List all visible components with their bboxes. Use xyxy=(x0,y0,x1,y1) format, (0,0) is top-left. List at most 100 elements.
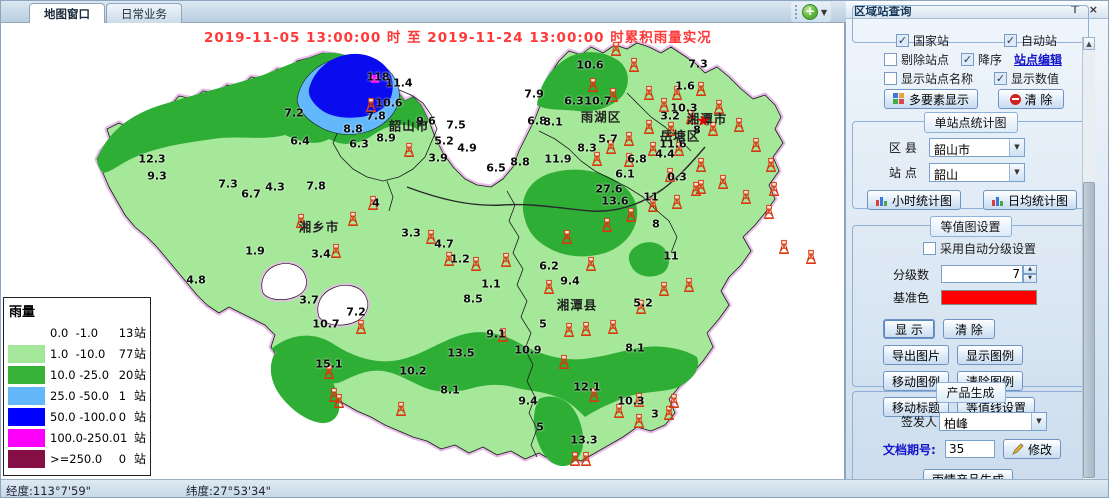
checkbox-auto-station[interactable]: ✓自动站 xyxy=(1004,32,1057,49)
legend-row: 100.0-250.01站 xyxy=(8,427,146,448)
checkbox-label: 降序 xyxy=(978,51,1002,68)
map-area[interactable]: 2019-11-05 13:00:00 时 至 2019-11-24 13:00… xyxy=(1,23,846,479)
checkbox-show-station-name[interactable]: ✓显示站点名称 xyxy=(884,70,973,87)
issuer-dropdown[interactable]: 柏峰 ▼ xyxy=(939,412,1047,431)
bar-chart-icon xyxy=(992,195,1004,206)
legend-count: 0 xyxy=(119,452,134,466)
checkbox-icon: ✓ xyxy=(884,53,897,66)
legend-row: 25.0 -50.01站 xyxy=(8,385,146,406)
level-count-label: 分级数 xyxy=(893,266,941,283)
legend-unit: 站 xyxy=(134,324,146,341)
legend-range: 50.0 -100.0 xyxy=(50,410,119,424)
legend-swatch xyxy=(8,408,45,426)
legend-swatch xyxy=(8,345,45,363)
level-count-spinner[interactable]: ▲▼ xyxy=(1023,265,1037,283)
panel-scrollbar[interactable]: ▲ ▼ xyxy=(1082,37,1095,479)
tab-map-window[interactable]: 地图窗口 xyxy=(29,3,105,23)
status-bar: 经度:113°7'59" 纬度:27°53'34" xyxy=(1,479,1109,498)
longitude-readout: 经度:113°7'59" xyxy=(6,483,91,498)
pencil-icon xyxy=(1012,443,1024,455)
scrollbar-thumb[interactable] xyxy=(1083,182,1095,478)
hourly-chart-button[interactable]: 小时统计图 xyxy=(867,190,961,210)
legend-row: 50.0 -100.00站 xyxy=(8,406,146,427)
layers-icon xyxy=(893,93,905,105)
daily-chart-button[interactable]: 日均统计图 xyxy=(983,190,1077,210)
contour-button-3[interactable]: 显示图例 xyxy=(957,345,1023,365)
legend-range: 10.0 -25.0 xyxy=(50,368,119,382)
legend-unit: 站 xyxy=(134,345,146,362)
legend-count: 20 xyxy=(119,368,134,382)
legend-count: 1 xyxy=(120,431,134,445)
county-label: 区 县 xyxy=(889,139,929,156)
checkbox-label: 国家站 xyxy=(913,32,949,49)
tab-daily-business[interactable]: 日常业务 xyxy=(106,3,182,23)
bar-chart-icon xyxy=(876,195,888,206)
legend-range: 25.0 -50.0 xyxy=(50,389,119,403)
base-color-label: 基准色 xyxy=(893,289,941,306)
legend-unit: 站 xyxy=(134,429,146,446)
toolbar-grip xyxy=(795,5,799,19)
scroll-up-icon[interactable]: ▲ xyxy=(1083,37,1095,50)
button-label: 多要素显示 xyxy=(909,91,969,108)
chevron-down-icon[interactable]: ▼ xyxy=(821,8,827,17)
panel-body: ✓国家站 ✓自动站 ✓剔除站点 ✓降序 站点编辑 ✓显示站点名称 ✓显示数值 多… xyxy=(846,19,1096,479)
chevron-down-icon[interactable]: ▼ xyxy=(1009,164,1024,181)
checkbox-icon: ✓ xyxy=(994,72,1007,85)
latitude-readout: 纬度:27°53'34" xyxy=(186,483,271,498)
chevron-down-icon[interactable]: ▼ xyxy=(1031,413,1046,430)
county-value: 韶山市 xyxy=(930,139,1009,156)
add-layer-button[interactable]: + xyxy=(802,4,818,20)
checkbox-descending[interactable]: ✓ 降序 xyxy=(961,51,1002,68)
spinner-up-icon: ▲ xyxy=(1023,265,1037,274)
doc-number-input[interactable] xyxy=(945,440,995,458)
legend-range: 0.0 -1.0 xyxy=(50,326,119,340)
legend-swatch xyxy=(8,324,45,342)
group-contour-settings: 等值图设置 ✓采用自动分级设置 分级数 ▲▼ 基准色 显 示清 除导出图片显示图… xyxy=(852,225,1089,387)
county-dropdown[interactable]: 韶山市 ▼ xyxy=(929,138,1025,157)
spinner-down-icon: ▼ xyxy=(1023,274,1037,283)
close-icon[interactable]: × xyxy=(1089,3,1098,16)
checkbox-national-station[interactable]: ✓国家站 xyxy=(896,32,949,49)
station-edit-link[interactable]: 站点编辑 xyxy=(1014,51,1062,68)
checkbox-icon: ✓ xyxy=(923,242,936,255)
group-single-station-chart: 单站点统计图 区 县 韶山市 ▼ 站 点 韶山 ▼ xyxy=(852,121,1089,209)
button-label: 日均统计图 xyxy=(1008,192,1068,209)
legend-range: >=250.0 xyxy=(50,452,119,466)
generate-rain-product-button[interactable]: 雨情产品生成 xyxy=(923,469,1013,479)
legend-count: 1 xyxy=(119,389,134,403)
checkbox-show-value[interactable]: ✓显示数值 xyxy=(994,70,1059,87)
legend-row: 10.0 -25.020站 xyxy=(8,364,146,385)
legend-swatch xyxy=(8,429,45,447)
button-label: 修改 xyxy=(1028,441,1052,458)
button-label: 小时统计图 xyxy=(892,192,952,209)
doc-number-label: 文档期号: xyxy=(883,441,945,458)
checkbox-icon: ✓ xyxy=(961,53,974,66)
multi-element-display-button[interactable]: 多要素显示 xyxy=(884,89,978,109)
clear-stations-button[interactable]: 清 除 xyxy=(998,89,1064,109)
checkbox-icon: ✓ xyxy=(884,72,897,85)
contour-button-2[interactable]: 导出图片 xyxy=(883,345,949,365)
map-title: 2019-11-05 13:00:00 时 至 2019-11-24 13:00… xyxy=(204,26,712,46)
legend-row: >=250.00站 xyxy=(8,448,146,469)
group-title: 产品生成 xyxy=(935,382,1005,403)
chevron-down-icon[interactable]: ▼ xyxy=(1009,139,1024,156)
app-window: 地图窗口 日常业务 + ▼ xyxy=(0,0,1109,498)
rainfall-legend: 雨量 0.0 -1.013站1.0 -10.077站10.0 -25.020站2… xyxy=(3,297,151,476)
station-dropdown[interactable]: 韶山 ▼ xyxy=(929,163,1025,182)
legend-count: 77 xyxy=(119,347,134,361)
legend-range: 100.0-250.0 xyxy=(50,431,120,445)
contour-button-0[interactable]: 显 示 xyxy=(883,319,935,339)
legend-row: 1.0 -10.077站 xyxy=(8,343,146,364)
group-product-generation: 产品生成 签发人 柏峰 ▼ 文档期号: 修改 xyxy=(852,391,1089,479)
level-count-input[interactable] xyxy=(941,265,1023,283)
checkbox-exclude-station[interactable]: ✓剔除站点 xyxy=(884,51,949,68)
group-title: 单站点统计图 xyxy=(923,112,1017,133)
legend-unit: 站 xyxy=(134,408,146,425)
legend-unit: 站 xyxy=(134,387,146,404)
contour-button-1[interactable]: 清 除 xyxy=(943,319,995,339)
base-color-swatch[interactable] xyxy=(941,290,1037,305)
modify-button[interactable]: 修改 xyxy=(1003,439,1061,459)
legend-unit: 站 xyxy=(134,366,146,383)
legend-rows: 0.0 -1.013站1.0 -10.077站10.0 -25.020站25.0… xyxy=(8,322,146,469)
map-toolbar: + ▼ xyxy=(791,2,831,22)
